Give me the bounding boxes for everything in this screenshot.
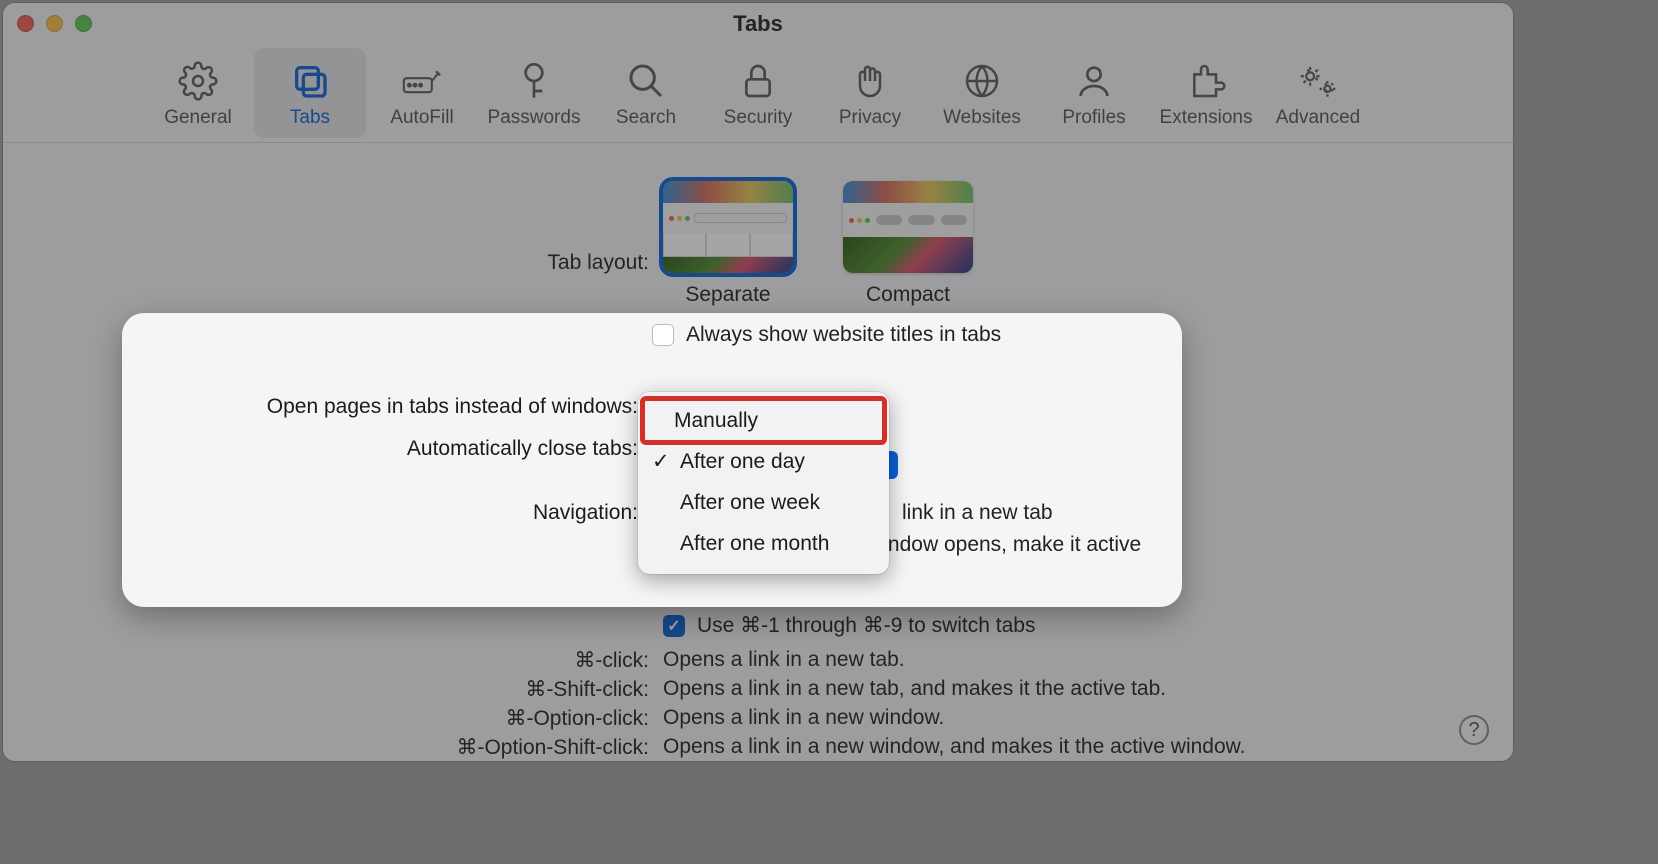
search-icon [626, 57, 666, 105]
help-glyph: ? [1468, 719, 1479, 742]
dropdown-option-label: After one month [680, 532, 829, 556]
tab-profiles[interactable]: Profiles [1038, 48, 1150, 138]
tab-label: Profiles [1062, 107, 1125, 129]
tab-label: Search [616, 107, 676, 129]
always-show-titles-label: Always show website titles in tabs [686, 323, 1001, 347]
tab-label: Advanced [1276, 107, 1361, 129]
dropdown-option-label: After one day [680, 450, 805, 474]
shortcut-desc: Opens a link in a new window. [663, 706, 944, 731]
tab-extensions[interactable]: Extensions [1150, 48, 1262, 138]
tab-label: General [164, 107, 232, 129]
tab-advanced[interactable]: Advanced [1262, 48, 1374, 138]
tab-label: Privacy [839, 107, 901, 129]
tab-label: Websites [943, 107, 1021, 129]
shortcut-desc: Opens a link in a new tab, and makes it … [663, 677, 1166, 702]
layout-separate-label: Separate [685, 283, 770, 307]
layout-option-separate[interactable] [663, 181, 793, 273]
shortcut-desc: Opens a link in a new window, and makes … [663, 735, 1245, 760]
tab-label: Extensions [1160, 107, 1253, 129]
dropdown-option-label: Manually [674, 409, 758, 433]
tab-search[interactable]: Search [590, 48, 702, 138]
person-icon [1074, 57, 1114, 105]
shortcut-key: ⌘-Option-Shift-click: [3, 735, 663, 760]
tab-layout-label: Tab layout: [3, 181, 663, 275]
tab-passwords[interactable]: Passwords [478, 48, 590, 138]
dropdown-option-label: After one week [680, 491, 820, 515]
tab-label: Tabs [290, 107, 330, 129]
auto-close-dropdown[interactable]: Manually ✓ After one day After one week … [638, 392, 889, 574]
open-pages-label: Open pages in tabs instead of windows: [122, 395, 652, 419]
shortcut-key: ⌘-click: [3, 648, 663, 673]
tab-general[interactable]: General [142, 48, 254, 138]
checkbox-cmd-switch[interactable] [663, 615, 685, 637]
hand-icon [850, 57, 890, 105]
auto-close-label: Automatically close tabs: [122, 437, 652, 461]
nav-partial-text: link in a new tab [902, 501, 1053, 525]
lock-icon [738, 57, 778, 105]
key-icon [514, 57, 554, 105]
tab-privacy[interactable]: Privacy [814, 48, 926, 138]
dropdown-option-one-week[interactable]: After one week [638, 482, 889, 523]
tab-websites[interactable]: Websites [926, 48, 1038, 138]
preferences-toolbar: General Tabs AutoFill Passwords Search [3, 43, 1513, 143]
cmd-switch-label: Use ⌘-1 through ⌘-9 to switch tabs [697, 613, 1035, 638]
checkmark-icon: ✓ [652, 449, 670, 474]
shortcut-key: ⌘-Shift-click: [3, 677, 663, 702]
help-button[interactable]: ? [1459, 715, 1489, 745]
layout-compact-label: Compact [866, 283, 950, 307]
tab-tabs[interactable]: Tabs [254, 48, 366, 138]
tab-autofill[interactable]: AutoFill [366, 48, 478, 138]
shortcut-desc: Opens a link in a new tab. [663, 648, 905, 673]
gear-icon [178, 57, 218, 105]
tab-label: Passwords [488, 107, 581, 129]
dropdown-option-one-day[interactable]: ✓ After one day [638, 441, 889, 482]
shortcut-key: ⌘-Option-click: [3, 706, 663, 731]
window-title: Tabs [3, 11, 1513, 37]
tab-label: AutoFill [390, 107, 453, 129]
tab-label: Security [724, 107, 793, 129]
globe-icon [962, 57, 1002, 105]
tabs-icon [290, 57, 330, 105]
tab-security[interactable]: Security [702, 48, 814, 138]
puzzle-icon [1186, 57, 1226, 105]
gears-icon [1296, 57, 1340, 105]
dropdown-option-one-month[interactable]: After one month [638, 523, 889, 564]
navigation-label: Navigation: [122, 501, 652, 525]
cmd-switch-row: Use ⌘-1 through ⌘-9 to switch tabs ⌘-cli… [3, 613, 1245, 760]
dropdown-option-manually[interactable]: Manually [644, 400, 883, 441]
autofill-icon [401, 57, 443, 105]
layout-option-compact[interactable] [843, 181, 973, 273]
checkbox-always-show-titles[interactable] [652, 324, 674, 346]
